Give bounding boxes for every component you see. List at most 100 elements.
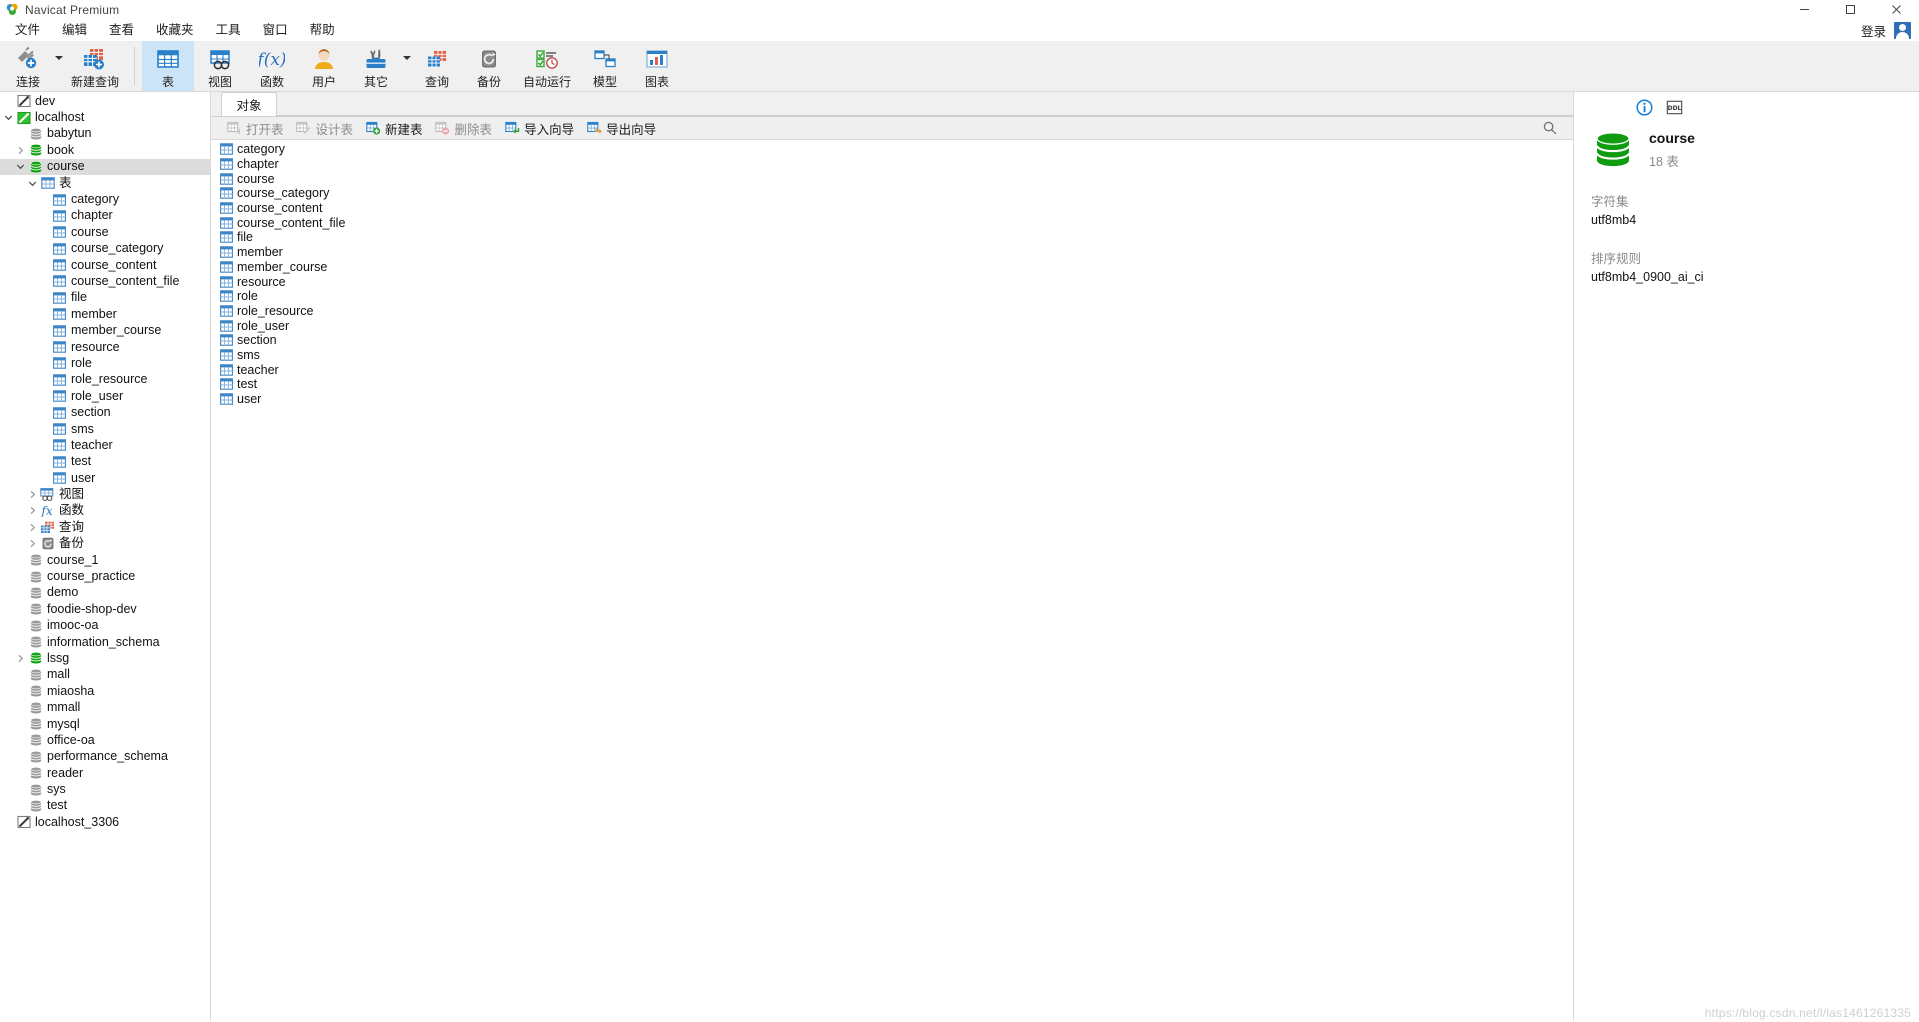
sidebar-tree-item[interactable]: role_user xyxy=(0,388,210,404)
sidebar-tree-item[interactable]: babytun xyxy=(0,126,210,142)
sidebar-tree-item[interactable]: office-oa xyxy=(0,732,210,748)
menu-item-view[interactable]: 查看 xyxy=(98,20,145,40)
sidebar-tree-item[interactable]: 表 xyxy=(0,175,210,191)
sidebar-tree-item[interactable]: sms xyxy=(0,421,210,437)
sidebar-tree-item[interactable]: miaosha xyxy=(0,683,210,699)
toolbar-button-model[interactable]: 模型 xyxy=(579,41,631,91)
sidebar-tree-item[interactable]: teacher xyxy=(0,437,210,453)
sidebar-tree-item[interactable]: sys xyxy=(0,781,210,797)
sidebar-tree-item[interactable]: reader xyxy=(0,765,210,781)
chevron-down-icon[interactable] xyxy=(26,179,39,188)
object-list-row[interactable]: role xyxy=(211,289,1573,304)
sidebar-tree-item[interactable]: course_1 xyxy=(0,552,210,568)
object-list-row[interactable]: test xyxy=(211,377,1573,392)
sidebar-tree-item[interactable]: member xyxy=(0,306,210,322)
import-wizard-button[interactable]: 导入向导 xyxy=(498,118,580,139)
design-table-button[interactable]: 设计表 xyxy=(290,118,360,139)
sidebar-tree-item[interactable]: mall xyxy=(0,667,210,683)
sidebar-tree-item[interactable]: imooc-oa xyxy=(0,618,210,634)
toolbar-button-chart[interactable]: 图表 xyxy=(631,41,683,91)
object-list-row[interactable]: teacher xyxy=(211,362,1573,377)
chevron-right-icon[interactable] xyxy=(26,506,39,515)
toolbar-button-user[interactable]: 用户 xyxy=(298,41,350,91)
sidebar-tree-item[interactable]: course xyxy=(0,158,210,175)
sidebar-tree-item[interactable]: course_practice xyxy=(0,568,210,584)
object-list-row[interactable]: course_category xyxy=(211,186,1573,201)
sidebar-tree-item[interactable]: role xyxy=(0,355,210,371)
sidebar-tree-item[interactable]: mmall xyxy=(0,699,210,715)
sidebar-tree-item[interactable]: chapter xyxy=(0,208,210,224)
toolbar-button-function[interactable]: f(x) 函数 xyxy=(246,41,298,91)
object-list-row[interactable]: course_content xyxy=(211,201,1573,216)
menu-item-file[interactable]: 文件 xyxy=(4,20,51,40)
toolbar-button-automation[interactable]: 自动运行 xyxy=(515,41,579,91)
minimize-button[interactable] xyxy=(1781,0,1827,19)
object-list-row[interactable]: course xyxy=(211,171,1573,186)
sidebar-tree-item[interactable]: course_category xyxy=(0,241,210,257)
menu-item-edit[interactable]: 编辑 xyxy=(51,20,98,40)
open-table-button[interactable]: 打开表 xyxy=(220,118,290,139)
sidebar-tree-item[interactable]: file xyxy=(0,290,210,306)
toolbar-button-table[interactable]: 表 xyxy=(142,41,195,91)
delete-table-button[interactable]: 删除表 xyxy=(429,118,499,139)
toolbar-button-connection[interactable]: 连接 xyxy=(2,41,54,91)
sidebar-tree-item[interactable]: lssg xyxy=(0,650,210,666)
new-table-button[interactable]: 新建表 xyxy=(359,118,429,139)
sidebar-tree-item[interactable]: 视图 xyxy=(0,486,210,502)
sidebar-tree-item[interactable]: dev xyxy=(0,93,210,109)
tab-objects[interactable]: 对象 xyxy=(221,92,277,116)
object-list-row[interactable]: user xyxy=(211,392,1573,407)
sidebar-tree-item[interactable]: localhost xyxy=(0,109,210,125)
toolbar-button-new-query[interactable]: 新建查询 xyxy=(63,41,127,91)
toolbar-button-backup[interactable]: 备份 xyxy=(463,41,515,91)
sidebar-tree-item[interactable]: demo xyxy=(0,585,210,601)
sidebar-tree-item[interactable]: performance_schema xyxy=(0,749,210,765)
chevron-right-icon[interactable] xyxy=(14,146,27,155)
maximize-button[interactable] xyxy=(1827,0,1873,19)
chevron-right-icon[interactable] xyxy=(26,539,39,548)
export-wizard-button[interactable]: 导出向导 xyxy=(580,118,662,139)
sidebar-tree-item[interactable]: foodie-shop-dev xyxy=(0,601,210,617)
ddl-icon[interactable]: DDL xyxy=(1666,99,1683,116)
sidebar-tree-item[interactable]: category xyxy=(0,191,210,207)
object-list-row[interactable]: chapter xyxy=(211,157,1573,172)
sidebar-tree-item[interactable]: book xyxy=(0,142,210,158)
toolbar-button-others[interactable]: 其它 xyxy=(350,41,402,91)
sidebar-tree-item[interactable]: information_schema xyxy=(0,634,210,650)
menu-item-help[interactable]: 帮助 xyxy=(299,20,346,40)
connection-dropdown-caret-icon[interactable] xyxy=(54,41,63,91)
sidebar-tree-item[interactable]: course xyxy=(0,224,210,240)
chevron-right-icon[interactable] xyxy=(14,654,27,663)
object-list-row[interactable]: member xyxy=(211,245,1573,260)
sidebar-tree-item[interactable]: user xyxy=(0,470,210,486)
sidebar-tree-item[interactable]: course_content_file xyxy=(0,273,210,289)
chevron-right-icon[interactable] xyxy=(26,490,39,499)
menu-item-favorites[interactable]: 收藏夹 xyxy=(145,20,205,40)
sidebar-tree-item[interactable]: fx 函数 xyxy=(0,503,210,519)
avatar[interactable] xyxy=(1894,21,1911,39)
sidebar-tree-item[interactable]: localhost_3306 xyxy=(0,814,210,830)
toolbar-button-view[interactable]: 视图 xyxy=(194,41,246,91)
others-dropdown-caret-icon[interactable] xyxy=(402,41,411,91)
chevron-right-icon[interactable] xyxy=(26,523,39,532)
navigation-sidebar[interactable]: dev localhost babytun book course 表 category ch… xyxy=(0,92,211,1021)
login-link[interactable]: 登录 xyxy=(1861,21,1886,40)
sidebar-tree-item[interactable]: 备份 xyxy=(0,536,210,552)
object-list-row[interactable]: resource xyxy=(211,274,1573,289)
sidebar-tree-item[interactable]: resource xyxy=(0,339,210,355)
object-list[interactable]: category chapter course course_category cour… xyxy=(211,140,1573,1021)
toolbar-button-query[interactable]: 查询 xyxy=(411,41,463,91)
sidebar-tree-item[interactable]: role_resource xyxy=(0,372,210,388)
search-icon[interactable] xyxy=(1543,121,1557,138)
sidebar-tree-item[interactable]: course_content xyxy=(0,257,210,273)
sidebar-tree-item[interactable]: test xyxy=(0,454,210,470)
object-list-row[interactable]: sms xyxy=(211,348,1573,363)
object-list-row[interactable]: file xyxy=(211,230,1573,245)
sidebar-tree-item[interactable]: 查询 xyxy=(0,519,210,535)
menu-item-window[interactable]: 窗口 xyxy=(252,20,299,40)
sidebar-tree-item[interactable]: section xyxy=(0,404,210,420)
sidebar-tree-item[interactable]: mysql xyxy=(0,716,210,732)
menu-item-tools[interactable]: 工具 xyxy=(205,20,252,40)
object-list-row[interactable]: role_user xyxy=(211,318,1573,333)
object-list-row[interactable]: category xyxy=(211,142,1573,157)
